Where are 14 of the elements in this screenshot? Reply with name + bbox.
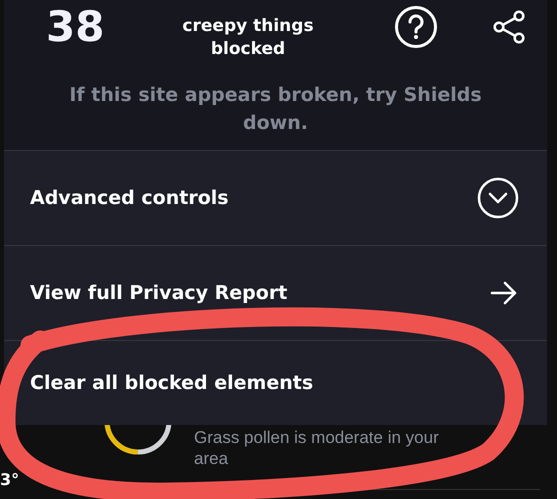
share-icon[interactable] xyxy=(492,10,526,44)
menu-row[interactable]: Advanced controls xyxy=(4,151,547,246)
help-icon[interactable] xyxy=(394,4,438,48)
chevron-icon[interactable] xyxy=(477,177,519,219)
menu-row[interactable]: View full Privacy Report xyxy=(4,246,547,341)
row-label: View full Privacy Report xyxy=(30,282,288,304)
pollen-text: Grass pollen is moderate in your area xyxy=(194,427,440,469)
temperature-text: 3° xyxy=(0,470,20,489)
menu-row[interactable]: Clear all blocked elements xyxy=(4,341,547,425)
blocked-caption: creepy things blocked xyxy=(181,14,315,60)
row-label: Advanced controls xyxy=(30,187,229,209)
row-label: Clear all blocked elements xyxy=(30,372,314,394)
shields-hint: If this site appears broken, try Shields down. xyxy=(68,83,483,136)
blocked-count: 38 xyxy=(46,2,106,51)
